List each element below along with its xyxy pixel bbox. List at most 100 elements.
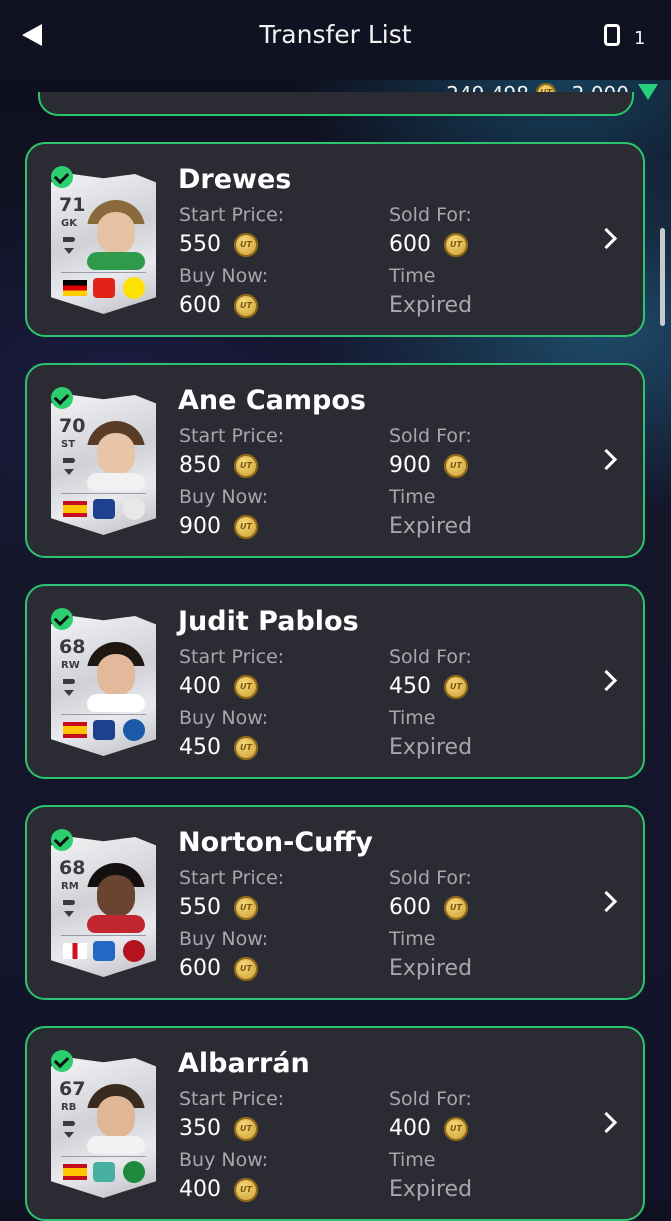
player-name: Ane Campos xyxy=(178,385,366,416)
pile-count: 1 xyxy=(634,28,646,49)
buy-now-value: 600 xyxy=(179,956,221,981)
chevron-down-icon xyxy=(64,911,74,917)
club-badge-icon xyxy=(123,277,145,299)
time-label: Time xyxy=(389,486,436,508)
ut-coin-icon: UT xyxy=(234,1117,258,1141)
sold-for-value: 600 xyxy=(389,895,431,920)
league-badge-icon xyxy=(93,499,115,519)
ut-coin-icon: UT xyxy=(444,454,468,478)
sold-check-icon xyxy=(51,387,73,409)
player-position: RM xyxy=(61,881,79,892)
player-rating: 67 xyxy=(59,1078,86,1100)
transfer-list-item[interactable]: 70 ST Ane Campos Start Price: 850 UT Buy… xyxy=(25,363,645,558)
nation-flag-icon xyxy=(63,501,87,517)
ut-coin-icon: UT xyxy=(234,515,258,539)
club-badge-icon xyxy=(123,719,145,741)
card-divider xyxy=(61,1156,146,1157)
sold-for-value: 600 xyxy=(389,232,431,257)
sold-for-label: Sold For: xyxy=(389,425,472,447)
start-price-value: 400 xyxy=(179,674,221,699)
buy-now-value: 900 xyxy=(179,514,221,539)
player-card: 71 GK xyxy=(51,174,156,314)
nation-flag-icon xyxy=(63,1164,87,1180)
start-price-label: Start Price: xyxy=(179,646,285,668)
card-divider xyxy=(61,935,146,936)
scrollbar[interactable] xyxy=(660,228,665,326)
club-badge-icon xyxy=(123,940,145,962)
sold-for-value: 400 xyxy=(389,1116,431,1141)
player-position: ST xyxy=(61,439,76,450)
start-price-value: 350 xyxy=(179,1116,221,1141)
player-rating: 68 xyxy=(59,636,86,658)
player-card: 68 RM xyxy=(51,837,156,977)
buy-now-label: Buy Now: xyxy=(179,265,269,287)
page-title: Transfer List xyxy=(259,20,412,49)
top-bar: Transfer List 1 xyxy=(0,0,671,80)
chevron-right-icon[interactable] xyxy=(595,448,618,471)
previous-card-edge[interactable] xyxy=(38,92,634,116)
buy-now-value: 600 xyxy=(179,293,221,318)
player-photo xyxy=(87,1084,145,1154)
chevron-down-icon xyxy=(64,690,74,696)
transfer-list-item[interactable]: 67 RB Albarrán Start Price: 350 UT Buy N… xyxy=(25,1026,645,1221)
nation-flag-icon xyxy=(63,943,87,959)
card-divider xyxy=(61,714,146,715)
player-position: RW xyxy=(61,660,80,671)
sold-check-icon xyxy=(51,829,73,851)
ut-coin-icon: UT xyxy=(444,1117,468,1141)
ut-coin-icon: UT xyxy=(234,736,258,760)
buy-now-label: Buy Now: xyxy=(179,707,269,729)
buy-now-label: Buy Now: xyxy=(179,928,269,950)
ut-coin-icon: UT xyxy=(234,957,258,981)
start-price-value: 550 xyxy=(179,895,221,920)
player-photo xyxy=(87,200,145,270)
card-pile-icon[interactable] xyxy=(604,24,620,46)
player-rating: 71 xyxy=(59,194,86,216)
nation-flag-icon xyxy=(63,722,87,738)
time-value: Expired xyxy=(389,735,473,760)
ut-coin-icon: UT xyxy=(444,233,468,257)
time-value: Expired xyxy=(389,293,473,318)
sold-for-label: Sold For: xyxy=(389,867,472,889)
chevron-right-icon[interactable] xyxy=(595,227,618,250)
chevron-down-icon xyxy=(64,469,74,475)
transfer-list-item[interactable]: 68 RM Norton-Cuffy Start Price: 550 UT B… xyxy=(25,805,645,1000)
time-value: Expired xyxy=(389,956,473,981)
boot-icon xyxy=(63,900,75,905)
start-price-label: Start Price: xyxy=(179,1088,285,1110)
time-value: Expired xyxy=(389,1177,473,1202)
player-name: Albarrán xyxy=(178,1048,310,1079)
chevron-right-icon[interactable] xyxy=(595,890,618,913)
sold-check-icon xyxy=(51,166,73,188)
club-badge-icon xyxy=(123,1161,145,1183)
sold-for-label: Sold For: xyxy=(389,204,472,226)
player-photo xyxy=(87,421,145,491)
player-card: 67 RB xyxy=(51,1058,156,1198)
start-price-label: Start Price: xyxy=(179,867,285,889)
player-position: GK xyxy=(61,218,77,229)
boot-icon xyxy=(63,237,75,242)
league-badge-icon xyxy=(93,1162,115,1182)
player-photo xyxy=(87,642,145,712)
start-price-label: Start Price: xyxy=(179,425,285,447)
boot-icon xyxy=(63,1121,75,1126)
sold-for-label: Sold For: xyxy=(389,646,472,668)
club-badge-icon xyxy=(123,498,145,520)
ut-coin-icon: UT xyxy=(234,454,258,478)
fc-points-icon xyxy=(638,84,658,100)
time-value: Expired xyxy=(389,514,473,539)
chevron-right-icon[interactable] xyxy=(595,669,618,692)
chevron-right-icon[interactable] xyxy=(595,1111,618,1134)
sold-for-value: 450 xyxy=(389,674,431,699)
card-divider xyxy=(61,493,146,494)
sold-check-icon xyxy=(51,608,73,630)
sold-for-label: Sold For: xyxy=(389,1088,472,1110)
player-name: Drewes xyxy=(178,164,292,195)
time-label: Time xyxy=(389,265,436,287)
start-price-value: 550 xyxy=(179,232,221,257)
sold-check-icon xyxy=(51,1050,73,1072)
ut-coin-icon: UT xyxy=(234,1178,258,1202)
chevron-down-icon xyxy=(64,248,74,254)
transfer-list-item[interactable]: 71 GK Drewes Start Price: 550 UT Buy Now… xyxy=(25,142,645,337)
transfer-list-item[interactable]: 68 RW Judit Pablos Start Price: 400 UT B… xyxy=(25,584,645,779)
